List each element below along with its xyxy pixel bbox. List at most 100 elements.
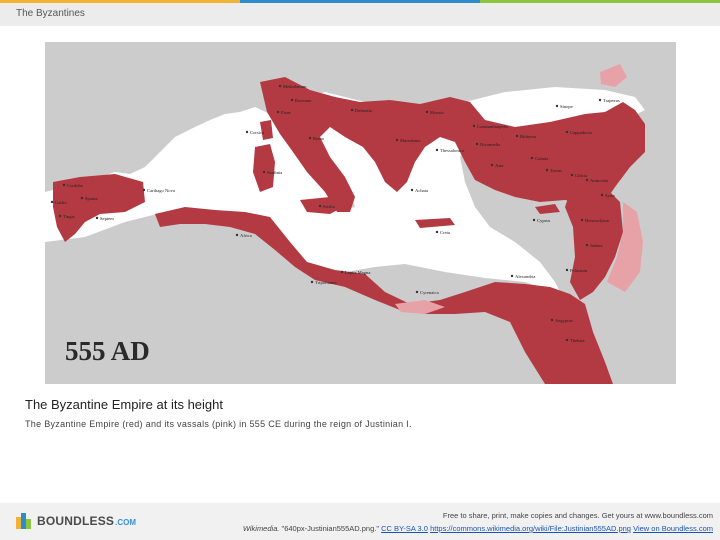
place-label: Thebais (570, 338, 585, 343)
place-marker (58, 214, 62, 218)
place-label: Cyrenaica (420, 290, 439, 295)
place-label: Asia (495, 163, 503, 168)
place-marker (395, 138, 399, 142)
place-label: Pisae (281, 110, 291, 115)
place-label: Bithynia (520, 134, 536, 139)
place-label: Syria (605, 193, 615, 198)
place-label: Gades (55, 200, 67, 205)
place-label: Dalmatia (355, 108, 372, 113)
place-label: Galatia (535, 156, 548, 161)
free-share-text: Free to share, print, make copies and ch… (442, 511, 713, 520)
place-marker (95, 216, 99, 220)
place-label: Africa (240, 233, 252, 238)
place-marker (472, 124, 476, 128)
place-marker (545, 168, 549, 172)
logo-text: BOUNDLESS (37, 514, 115, 528)
place-marker (80, 196, 84, 200)
place-label: Antiochia (590, 178, 608, 183)
boundless-logo-icon (16, 513, 31, 529)
place-marker (550, 318, 554, 322)
place-marker (276, 110, 280, 114)
map-image: Mediolanum Ravenna Pisae Roma Dalmatia Moesia… (45, 42, 676, 384)
place-label: Tripolitania (315, 280, 337, 285)
place-label: Alexandria (515, 274, 535, 279)
source-line: Wikimedia. "640px-Justinian555AD.png." C… (243, 522, 713, 535)
place-label: Macedonia (400, 138, 420, 143)
place-label: Mediolanum (283, 84, 307, 89)
place-label: Judaea (590, 243, 603, 248)
place-marker (415, 290, 419, 294)
place-label: Pelusium (570, 268, 588, 273)
place-marker (565, 130, 569, 134)
place-label: Tingis (63, 214, 75, 219)
place-marker (585, 178, 589, 182)
place-marker (515, 134, 519, 138)
place-label: Roma (313, 136, 324, 141)
place-marker (245, 130, 249, 134)
place-marker (142, 188, 146, 192)
place-label: Corsica (250, 130, 264, 135)
attribution: Free to share, print, make copies and ch… (243, 509, 713, 535)
place-label: Spania (85, 196, 98, 201)
place-marker (425, 110, 429, 114)
place-label: Sicilia (323, 204, 335, 209)
place-label: Aegyptus (555, 318, 573, 323)
place-marker (340, 270, 344, 274)
place-marker (570, 173, 574, 177)
place-label: Ravenna (295, 98, 311, 103)
place-marker (600, 193, 604, 197)
place-label: Moesia (430, 110, 444, 115)
year-label: 555 AD (65, 336, 150, 366)
caption-title: The Byzantine Empire at its height (25, 397, 223, 412)
license-link[interactable]: CC BY-SA 3.0 (381, 524, 428, 533)
source-name: Wikimedia. (242, 524, 280, 533)
file-name: "640px-Justinian555AD.png." (281, 524, 380, 533)
place-label: Carthago Nova (147, 188, 175, 193)
place-label: Cilicia (575, 173, 587, 178)
place-marker (235, 233, 239, 237)
slide-header: The Byzantines (0, 3, 720, 26)
place-marker (278, 84, 282, 88)
caption-description: The Byzantine Empire (red) and its vassa… (25, 419, 412, 429)
slide-title: The Byzantines (16, 8, 85, 19)
place-marker (62, 183, 66, 187)
place-label: Trapezus (603, 98, 620, 103)
place-label: Cappadocia (570, 130, 592, 135)
place-label: Septem (100, 216, 114, 221)
place-label: Constantinopolis (477, 124, 508, 129)
place-marker (565, 338, 569, 342)
place-marker (350, 108, 354, 112)
place-label: Sinope (560, 104, 573, 109)
place-marker (530, 156, 534, 160)
place-label: Hierosolyma (585, 218, 609, 223)
place-marker (318, 204, 322, 208)
boundless-logo[interactable]: BOUNDLESS .COM (16, 513, 136, 529)
view-on-boundless-link[interactable]: View on Boundless.com (633, 524, 713, 533)
place-label: Tarsus (550, 168, 562, 173)
place-marker (50, 200, 54, 204)
source-url-link[interactable]: https://commons.wikimedia.org/wiki/File:… (430, 524, 631, 533)
place-marker (565, 268, 569, 272)
place-label: Leptis Magna (345, 270, 370, 275)
place-marker (585, 243, 589, 247)
place-label: Thessalonica (440, 148, 464, 153)
place-marker (262, 170, 266, 174)
place-marker (598, 98, 602, 102)
place-label: Cordoba (67, 183, 83, 188)
logo-suffix: .COM (115, 517, 137, 527)
place-marker (475, 142, 479, 146)
footer: BOUNDLESS .COM Free to share, print, mak… (0, 503, 720, 540)
place-marker (310, 280, 314, 284)
place-marker (308, 136, 312, 140)
place-label: Creta (440, 230, 450, 235)
place-label: Cyprus (537, 218, 550, 223)
place-marker (532, 218, 536, 222)
place-label: Nicomedia (480, 142, 500, 147)
place-marker (555, 104, 559, 108)
map-svg: Mediolanum Ravenna Pisae Roma Dalmatia Moesia… (45, 42, 676, 384)
place-marker (290, 98, 294, 102)
place-label: Achaia (415, 188, 428, 193)
place-marker (580, 218, 584, 222)
place-marker (410, 188, 414, 192)
place-marker (435, 230, 439, 234)
